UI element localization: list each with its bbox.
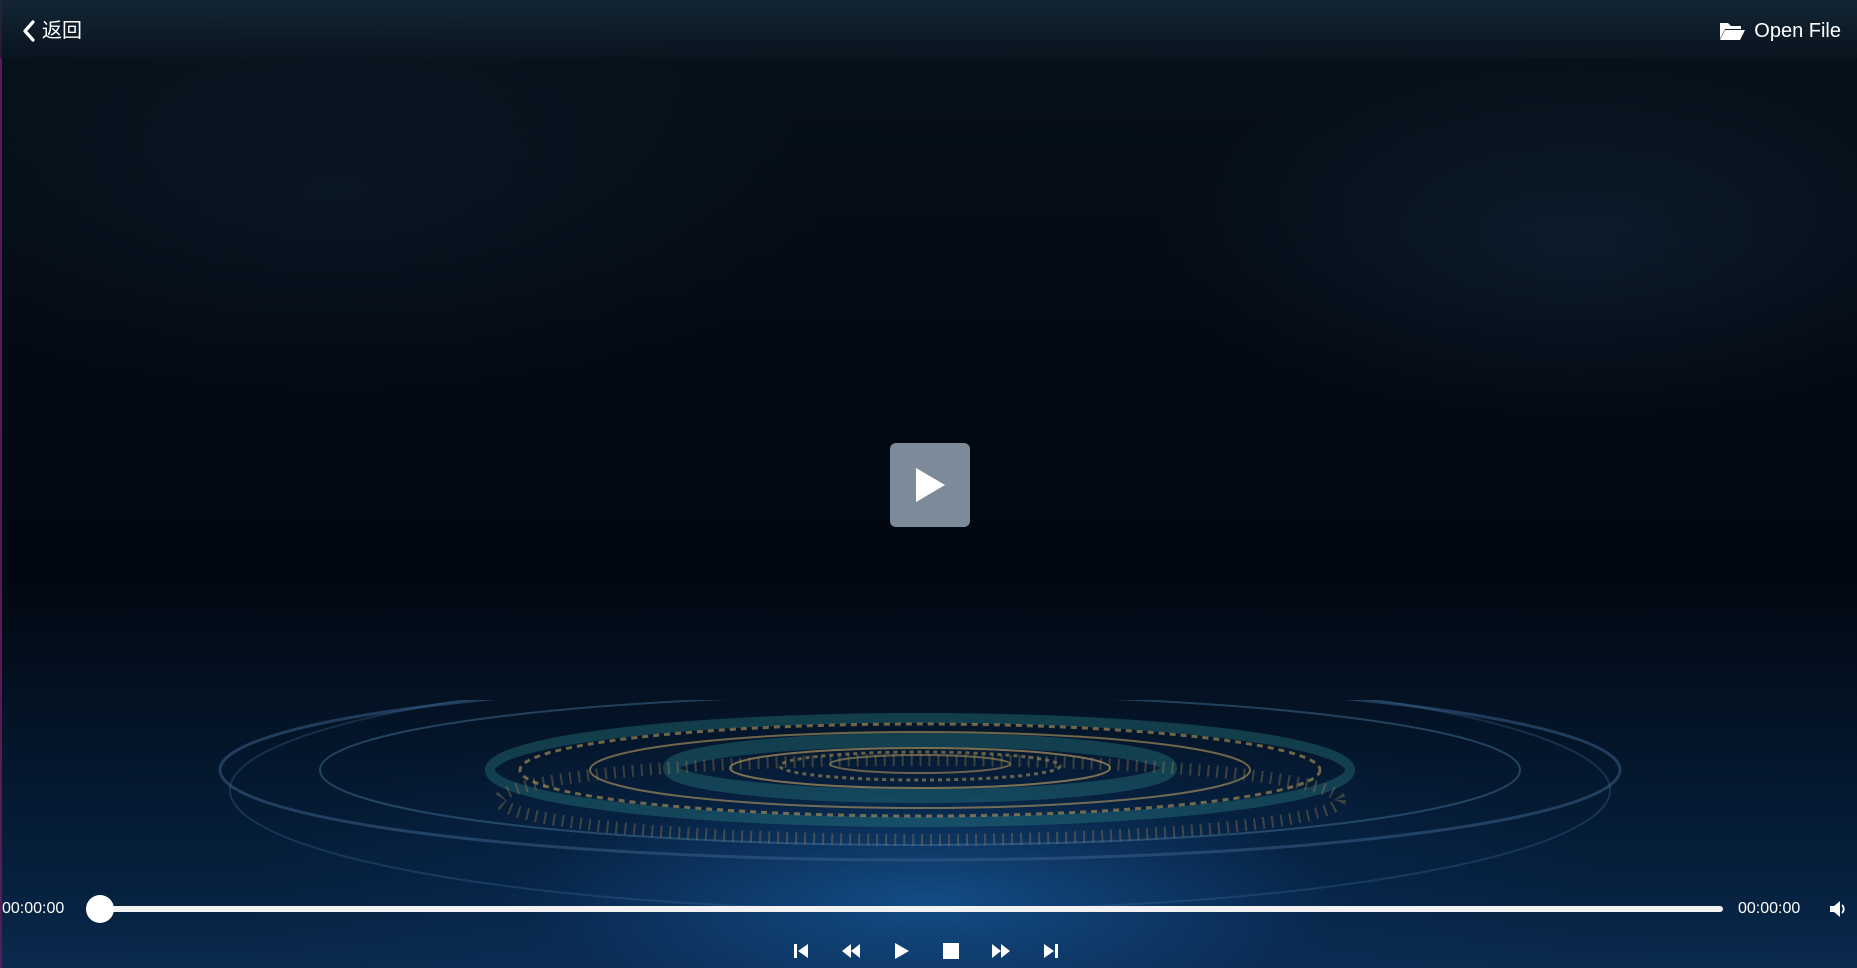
skip-next-button[interactable] [1040,938,1062,964]
play-icon [895,943,909,959]
volume-icon[interactable] [1828,898,1848,920]
play-button[interactable] [890,938,912,964]
open-file-label: Open File [1754,20,1841,42]
rewind-icon [842,944,860,958]
total-time: 00:00:00 [1738,900,1801,917]
chevron-left-icon [23,20,35,42]
skip-next-icon [1044,944,1058,958]
back-button[interactable]: 返回 [22,16,82,46]
back-label: 返回 [42,20,82,42]
skip-previous-icon [794,944,808,958]
center-play-button[interactable] [890,443,970,527]
seek-bar[interactable] [98,906,1723,912]
fast-forward-button[interactable] [990,938,1012,964]
window-edge [0,0,2,968]
hud-rings-background [218,700,1622,911]
stop-button[interactable] [940,938,962,964]
open-file-button[interactable]: Open File [1718,16,1841,46]
playback-controls [790,938,1070,966]
seek-thumb[interactable] [86,895,114,923]
current-time: 00:00:00 [2,900,65,917]
stop-icon [943,943,959,959]
video-player: 返回 Open File 00:00:00 00:00:00 [0,0,1857,968]
folder-open-icon [1720,23,1746,40]
fast-forward-icon [992,944,1010,958]
skip-previous-button[interactable] [790,938,812,964]
rewind-button[interactable] [840,938,862,964]
top-bar [0,0,1857,58]
play-icon [916,468,945,502]
